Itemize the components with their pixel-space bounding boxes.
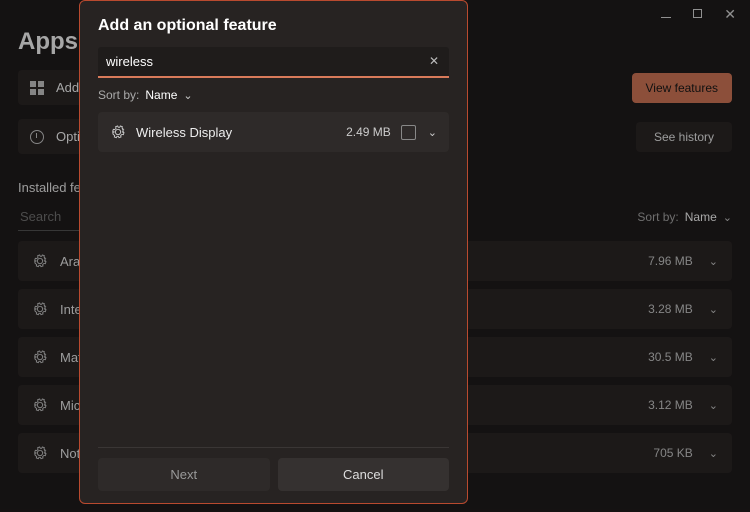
- add-feature-dialog: Add an optional feature ✕ Sort by: Name …: [79, 0, 468, 504]
- chevron-down-icon: ⌄: [183, 89, 192, 102]
- cancel-button[interactable]: Cancel: [278, 458, 450, 491]
- dialog-sort-value: Name: [145, 88, 177, 102]
- result-name: Wireless Display: [136, 125, 346, 140]
- dialog-result-item[interactable]: Wireless Display 2.49 MB ⌄: [98, 112, 449, 152]
- dialog-sort[interactable]: Sort by: Name ⌄: [98, 88, 449, 102]
- next-button[interactable]: Next: [98, 458, 270, 491]
- chevron-down-icon[interactable]: ⌄: [428, 126, 437, 139]
- clear-search-icon[interactable]: ✕: [425, 52, 443, 70]
- dialog-search-input[interactable]: [98, 47, 449, 78]
- dialog-title: Add an optional feature: [98, 17, 449, 35]
- dialog-sort-label: Sort by:: [98, 88, 139, 102]
- dialog-divider: [98, 447, 449, 448]
- gear-icon: [110, 124, 126, 140]
- result-size: 2.49 MB: [346, 125, 391, 139]
- result-checkbox[interactable]: [401, 125, 416, 140]
